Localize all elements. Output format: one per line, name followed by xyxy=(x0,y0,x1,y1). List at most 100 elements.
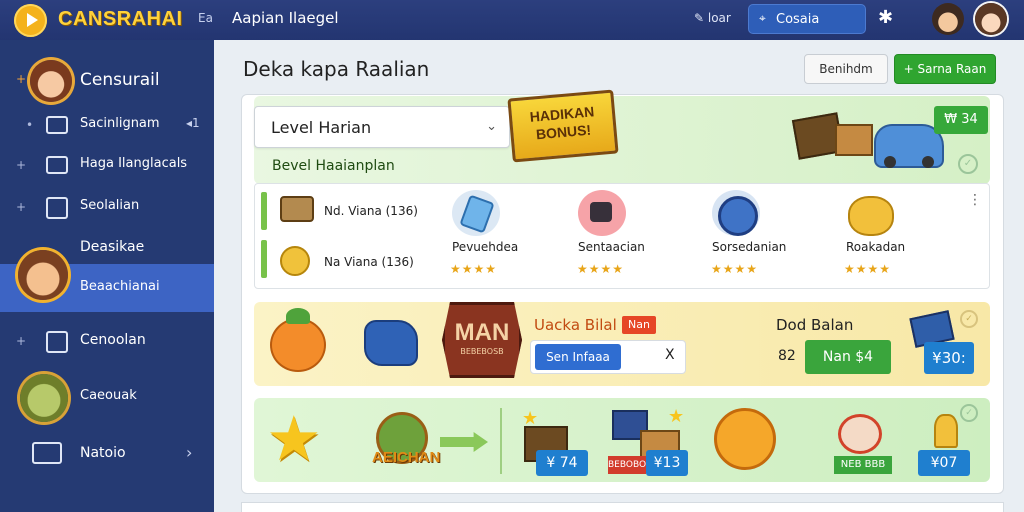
sidebar-item-seolalian[interactable]: + Seolalian xyxy=(0,190,214,226)
sidebar-item-beaachianai[interactable]: Beaachianai xyxy=(0,250,214,312)
offer-label: NEB BBB xyxy=(834,456,892,474)
primary-button[interactable]: + Sarna Raan xyxy=(894,54,996,84)
green-indicator xyxy=(261,240,267,278)
friend-avatar[interactable] xyxy=(932,3,964,35)
sidebar-item-label: Sacinlignam xyxy=(80,116,160,131)
play-logo-icon[interactable] xyxy=(14,4,47,37)
page-breadcrumb[interactable]: Aapian Ilaegel xyxy=(232,9,339,27)
sidebar: + Censurail • Sacinlignam ◂1 + Haga Ilan… xyxy=(0,40,214,512)
star-rating: ★★★★ xyxy=(711,262,759,276)
coins-icon[interactable] xyxy=(846,190,894,236)
promo-badge-sub: BEBEBOSB xyxy=(460,347,504,356)
fruit-icon xyxy=(270,308,326,372)
avatar-icon xyxy=(18,250,68,300)
avatar-icon xyxy=(20,374,68,422)
cat-icon xyxy=(714,408,776,470)
promo-badge[interactable]: MAN BEBEBOSB xyxy=(442,302,522,378)
buy-button[interactable]: Nan $4 xyxy=(805,340,891,374)
star-rating: ★★★★ xyxy=(844,262,892,276)
green-indicator xyxy=(261,192,267,230)
page-title: Deka kapa Raalian xyxy=(243,57,430,81)
item-name: Sentaacian xyxy=(578,240,645,254)
price-tag[interactable]: ¥ 74 xyxy=(536,450,588,476)
chevron-right-icon: › xyxy=(186,443,193,462)
bonus-banner[interactable]: HADIKAN BONUS! xyxy=(507,89,619,163)
clear-icon[interactable]: X xyxy=(665,347,675,363)
secondary-button[interactable]: Benihdm xyxy=(804,54,888,84)
search-button[interactable]: ⌖ Cosaia xyxy=(748,4,866,34)
sidebar-item-suffix: ◂1 xyxy=(186,116,200,130)
star-rating: ★★★★ xyxy=(577,262,625,276)
item-name: Sorsedanian xyxy=(712,240,787,254)
sidebar-item-label: Cenoolan xyxy=(80,332,146,348)
promo-tag: Nan xyxy=(622,316,656,334)
package-icon xyxy=(46,197,68,219)
deal-title: Dod Balan xyxy=(776,316,854,334)
promo-input[interactable]: Sen Infaaa X xyxy=(530,340,686,374)
bazaar-label[interactable]: AEICHAN xyxy=(372,449,440,466)
mail-icon xyxy=(32,442,62,464)
price-tag[interactable]: ¥07 xyxy=(918,450,970,476)
trophy-icon xyxy=(934,414,958,448)
item-name: Roakadan xyxy=(846,240,906,254)
brand-name[interactable]: CANSRAHAI xyxy=(58,8,183,31)
box-icon xyxy=(280,196,314,222)
promo-submit-button[interactable]: Sen Infaaa xyxy=(535,344,621,370)
price-tag[interactable]: ₩ 34 xyxy=(934,106,988,134)
gem-icon[interactable] xyxy=(712,190,760,236)
sidebar-item-label: Seolalian xyxy=(80,198,140,213)
top-bar: CANSRAHAI Ea Aapian Ilaegel ✎ loar ⌖ Cos… xyxy=(0,0,1024,40)
price-tag[interactable]: ¥30: xyxy=(924,342,974,374)
check-circle-icon[interactable]: ✓ xyxy=(960,404,978,422)
promo-label: Uacka Bilal xyxy=(534,316,617,334)
price-tag[interactable]: ¥13 xyxy=(646,450,688,476)
sidebar-item-label: Censurail xyxy=(80,70,160,90)
offer-label: BEBOBOBB xyxy=(608,456,658,474)
sidebar-item-label: Natoio xyxy=(80,445,126,461)
treasure-icon[interactable] xyxy=(578,190,626,236)
window-icon xyxy=(46,156,68,174)
sidebar-item-haga[interactable]: + Haga Ilanglacals xyxy=(0,148,214,184)
avatar-icon xyxy=(30,60,72,102)
clown-icon xyxy=(838,414,882,454)
ticket-icon[interactable] xyxy=(452,190,500,236)
sidebar-item-label: Beaachianai xyxy=(80,279,160,294)
next-panel-edge xyxy=(241,502,1004,512)
item-name: Pevuehdea xyxy=(452,240,519,254)
sidebar-item-sacinlignam[interactable]: • Sacinlignam ◂1 xyxy=(0,108,214,144)
bag-icon xyxy=(364,320,418,366)
check-circle-icon[interactable]: ✓ xyxy=(960,310,978,328)
top-code: Ea xyxy=(198,11,213,25)
promo-badge-title: MAN xyxy=(454,319,510,346)
mini-item-label[interactable]: Nd. Viana (136) xyxy=(324,204,418,218)
sidebar-item-label: Haga Ilanglacals xyxy=(80,156,188,171)
window-icon xyxy=(46,116,68,134)
sidebar-item-label: Deasikae xyxy=(80,239,145,255)
level-select-value: Level Harian xyxy=(271,118,372,137)
user-avatar[interactable] xyxy=(975,3,1007,35)
divider xyxy=(500,408,502,474)
tools-link[interactable]: ✎ loar xyxy=(694,11,731,25)
coin-icon xyxy=(280,246,310,276)
crate-icon xyxy=(835,124,873,156)
sidebar-item-censurail[interactable]: + Censurail xyxy=(0,56,214,104)
treasure-chest-icon xyxy=(791,106,873,164)
star-icon: ★ xyxy=(266,402,322,475)
sidebar-item-cenoolan[interactable]: + Cenoolan xyxy=(0,322,214,362)
search-label: Cosaia xyxy=(776,12,820,27)
more-options-icon[interactable]: ⋮ xyxy=(968,192,982,208)
mini-item-label[interactable]: Na Viana (136) xyxy=(324,255,414,269)
level-select[interactable]: Level Harian ⌄ xyxy=(254,106,510,148)
sidebar-item-natoio[interactable]: Natoio › xyxy=(0,438,214,470)
star-rating: ★★★★ xyxy=(450,262,498,276)
chevron-down-icon: ⌄ xyxy=(486,119,497,134)
sidebar-item-caeouak[interactable]: Caeouak xyxy=(0,372,214,422)
star-icon: ★ xyxy=(668,406,685,427)
check-circle-icon[interactable]: ✓ xyxy=(958,154,978,174)
gear-icon[interactable]: ✱ xyxy=(878,7,893,28)
deal-count: 82 xyxy=(778,348,796,364)
sidebar-item-label: Caeouak xyxy=(80,388,137,403)
location-icon: ⌖ xyxy=(759,11,766,25)
section-title: Bevel Haaianplan xyxy=(272,158,395,174)
package-icon xyxy=(46,331,68,353)
